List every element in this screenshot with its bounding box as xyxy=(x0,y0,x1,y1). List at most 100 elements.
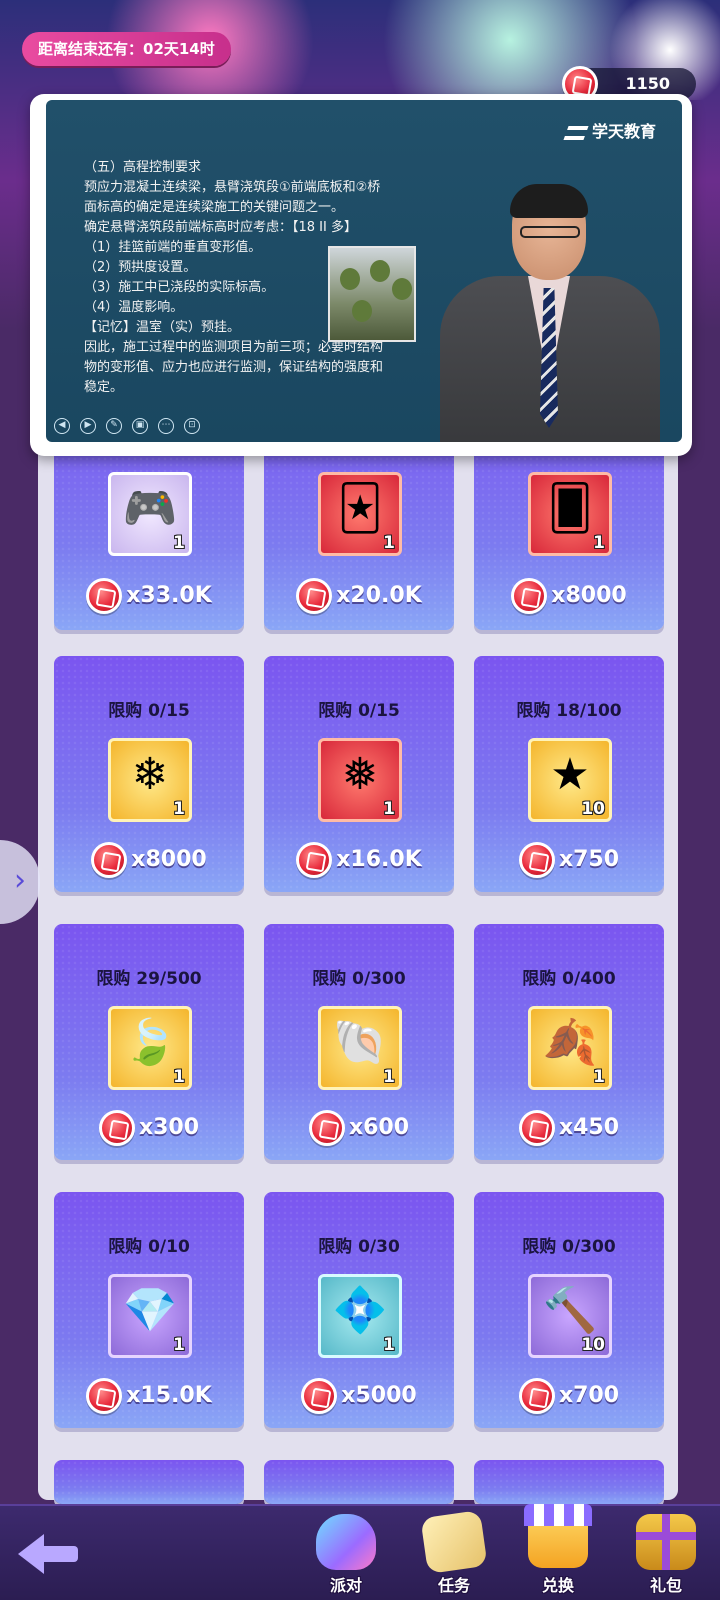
chevron-right-icon: › xyxy=(14,863,26,898)
item-icon-tile: 🎮 1 xyxy=(108,472,192,556)
shop-icon xyxy=(524,1504,592,1568)
gift-icon xyxy=(636,1514,696,1570)
slide-line: 面标高的确定是连续梁施工的关键问题之一。 xyxy=(84,200,345,215)
item-price: x600 xyxy=(264,1110,454,1146)
item-icon-tile: 🐚 1 xyxy=(318,1006,402,1090)
coin-icon xyxy=(518,1378,555,1414)
lecturer xyxy=(440,184,660,442)
item-price-value: x33.0K xyxy=(126,583,212,608)
coin-icon xyxy=(98,1110,135,1146)
item-price-value: x8000 xyxy=(551,583,627,608)
nav-task-label: 任务 xyxy=(437,1576,470,1595)
floating-video-player[interactable]: 学天教育 （五）高程控制要求预应力混凝土连续梁，悬臂浇筑段①前端底板和②桥 面标高… xyxy=(30,94,692,456)
shop-item-card[interactable]: 限购 0/10 💎 1 x15.0K xyxy=(54,1192,244,1428)
shop-item-card[interactable]: 限购 0/300 🔨 10 x700 xyxy=(474,1192,664,1428)
item-quantity: 1 xyxy=(383,1067,395,1087)
next-icon[interactable]: ▶ xyxy=(80,418,96,434)
item-price: x8000 xyxy=(54,842,244,878)
item-price-value: x5000 xyxy=(341,1383,417,1408)
purchase-limit: 限购 0/300 xyxy=(312,969,406,989)
nav-exchange[interactable]: 兑换 xyxy=(512,1504,604,1600)
brand-name: 学天教育 xyxy=(591,122,656,141)
purchase-limit: 限购 0/15 xyxy=(108,701,190,721)
purchase-limit: 限购 0/10 xyxy=(108,1237,190,1257)
purchase-limit: 限购 0/30 xyxy=(318,1237,400,1257)
prev-icon[interactable]: ◀ xyxy=(54,418,70,434)
item-price: x33.0K xyxy=(54,578,244,614)
nav-gift[interactable]: 礼包 xyxy=(620,1514,712,1600)
item-price-value: x16.0K xyxy=(336,847,422,872)
pearl-leaf-icon: 🍃 xyxy=(122,1017,178,1068)
coin-icon xyxy=(511,578,548,614)
pen-icon[interactable]: ✎ xyxy=(106,418,122,434)
purchase-limit: 限购 0/400 xyxy=(522,969,616,989)
coin-icon xyxy=(518,842,555,878)
screen-icon[interactable]: ⊡ xyxy=(184,418,200,434)
item-price: x15.0K xyxy=(54,1378,244,1414)
shop-item-card[interactable]: 限购 0/30 💠 1 x5000 xyxy=(264,1192,454,1428)
shop-item-card[interactable]: 限购 29/500 🍃 1 x300 xyxy=(54,924,244,1160)
item-quantity: 1 xyxy=(173,533,185,553)
coin-icon xyxy=(86,1378,123,1414)
slide-line: 稳定。 xyxy=(84,380,124,395)
item-quantity: 10 xyxy=(581,1335,605,1355)
item-quantity: 1 xyxy=(593,533,605,553)
nav-party[interactable]: 派对 xyxy=(300,1514,392,1600)
shop-item-card[interactable] xyxy=(264,1460,454,1504)
item-price-value: x700 xyxy=(558,1383,620,1408)
item-icon-tile: 🂠 1 xyxy=(528,472,612,556)
item-price: x750 xyxy=(474,842,664,878)
nav-exchange-label: 兑换 xyxy=(541,1576,574,1595)
purchase-limit: 限购 18/100 xyxy=(516,701,622,721)
gamepad-icon: 🎮 xyxy=(122,483,178,534)
gem-cube-icon: 💎 xyxy=(122,1285,178,1336)
coin-icon xyxy=(518,1110,555,1146)
item-quantity: 1 xyxy=(173,799,185,819)
item-price: x8000 xyxy=(474,578,664,614)
item-price: x700 xyxy=(474,1378,664,1414)
shop-item-card[interactable]: 限购 0/15 ❄ 1 x8000 xyxy=(54,656,244,892)
item-price-value: x15.0K xyxy=(126,1383,212,1408)
item-price: x20.0K xyxy=(264,578,454,614)
coin-icon xyxy=(296,578,333,614)
nav-task[interactable]: 任务 xyxy=(408,1510,500,1600)
gem-cube-icon: 💠 xyxy=(332,1285,388,1336)
nav-gift-label: 礼包 xyxy=(649,1576,682,1595)
brand-logo-icon xyxy=(563,125,589,140)
shop-item-card[interactable]: 限购 0/400 🍂 1 x450 xyxy=(474,924,664,1160)
pearl-shell-icon: 🐚 xyxy=(332,1017,388,1068)
more-icon[interactable]: ⋯ xyxy=(158,418,174,434)
event-countdown: 距离结束还有：02天14时 xyxy=(22,32,231,66)
greenhouse-photo xyxy=(328,246,416,342)
slide-line: 预应力混凝土连续梁，悬臂浇筑段①前端底板和②桥 xyxy=(84,180,381,195)
video-controls: ◀ ▶ ✎ ▣ ⋯ ⊡ xyxy=(54,418,200,434)
slide-line: （五）高程控制要求 xyxy=(84,160,202,175)
item-icon-tile: 💎 1 xyxy=(108,1274,192,1358)
shop-item-card[interactable]: 限购 0/15 ❅ 1 x16.0K xyxy=(264,656,454,892)
bottom-navigation: 派对 任务 兑换 礼包 xyxy=(0,1504,720,1600)
item-quantity: 1 xyxy=(383,799,395,819)
scroll-icon xyxy=(420,1510,488,1574)
hammer-icon: 🔨 xyxy=(542,1285,598,1336)
shop-item-card[interactable]: 限购 0/300 🐚 1 x600 xyxy=(264,924,454,1160)
back-button[interactable] xyxy=(18,1528,82,1580)
item-price-value: x600 xyxy=(348,1115,410,1140)
back-arrow-icon xyxy=(18,1534,44,1574)
video-screen[interactable]: 学天教育 （五）高程控制要求预应力混凝土连续梁，悬臂浇筑段①前端底板和②桥 面标高… xyxy=(46,100,682,442)
shop-item-card[interactable] xyxy=(54,1460,244,1504)
item-price: x300 xyxy=(54,1110,244,1146)
item-price-value: x8000 xyxy=(131,847,207,872)
coin-icon xyxy=(296,842,333,878)
slide-icon[interactable]: ▣ xyxy=(132,418,148,434)
shop-item-card[interactable] xyxy=(474,1460,664,1504)
star-icon: ★ xyxy=(550,749,590,800)
item-icon-tile: 🍂 1 xyxy=(528,1006,612,1090)
item-price: x450 xyxy=(474,1110,664,1146)
expand-sidebar-button[interactable]: › xyxy=(0,840,40,924)
card-icon: 🂠 xyxy=(547,483,593,534)
item-price-value: x750 xyxy=(558,847,620,872)
purchase-limit: 限购 29/500 xyxy=(96,969,202,989)
shop-item-card[interactable]: 限购 18/100 ★ 10 x750 xyxy=(474,656,664,892)
snowflake-icon: ❄ xyxy=(131,749,169,800)
slide-line: 确定悬臂浇筑段前端标高时应考虑：【18 II 多】 xyxy=(84,220,357,235)
